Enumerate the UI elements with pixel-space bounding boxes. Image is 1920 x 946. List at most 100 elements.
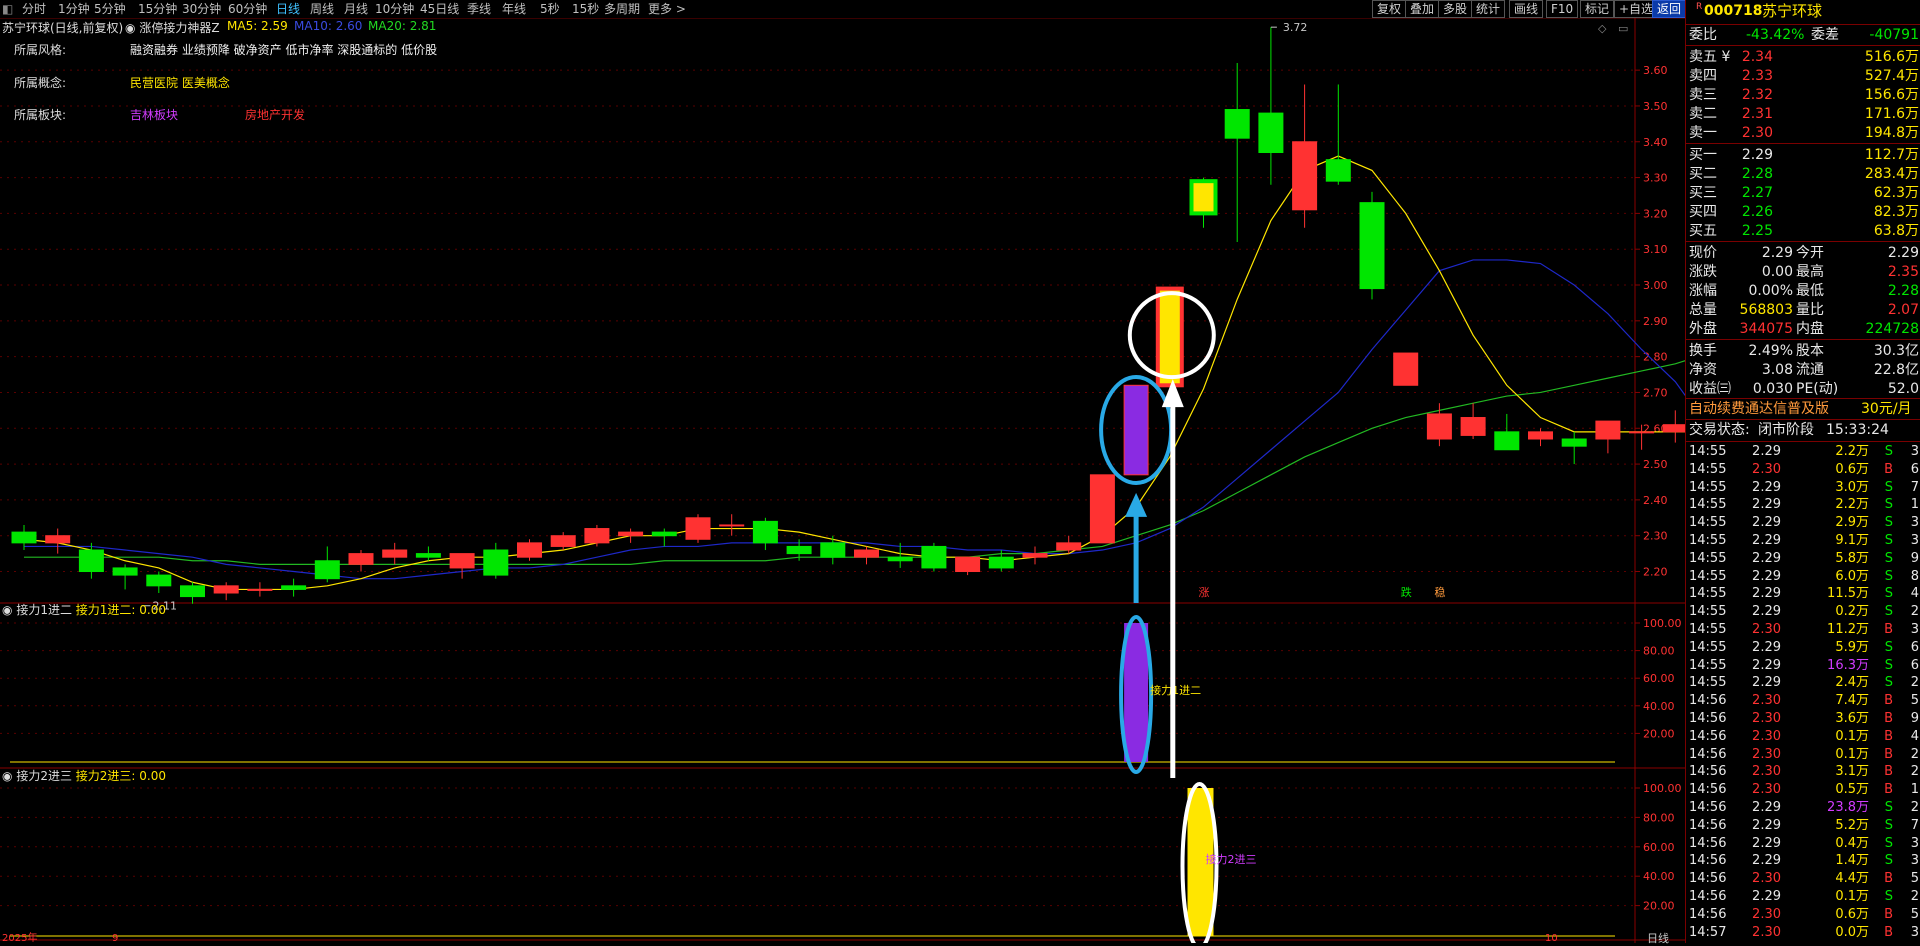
tick-row[interactable]: 14:55 2.29 2.2万 S 1 xyxy=(1686,496,1920,514)
buys-label: 买二 xyxy=(1689,166,1717,182)
period-tab-4[interactable]: 30分钟 xyxy=(182,1,221,17)
concept-value[interactable]: 民营医院 医美概念 xyxy=(130,74,230,91)
buys-row[interactable]: 买一 2.29 112.7万 xyxy=(1686,146,1920,165)
period-tab-13[interactable]: 5秒 xyxy=(540,1,560,17)
sells-row[interactable]: 卖四 2.33 527.4万 xyxy=(1686,67,1920,86)
chart-title: 苏宁环球(日线,前复权) xyxy=(2,21,124,35)
tick-row[interactable]: 14:56 2.29 0.1万 S 2 xyxy=(1686,888,1920,906)
tick-row[interactable]: 14:55 2.29 2.9万 S 3 xyxy=(1686,514,1920,532)
tick-row[interactable]: 14:56 2.29 5.2万 S 7 xyxy=(1686,817,1920,835)
ratio-value: -43.42% xyxy=(1746,27,1805,43)
style-value: 融资融券 业绩预降 破净资产 低市净率 深股通标的 低价股 xyxy=(130,43,438,57)
sells-price: 2.33 xyxy=(1741,68,1773,84)
sells-row[interactable]: 卖一 2.30 194.8万 xyxy=(1686,124,1920,143)
buys-row[interactable]: 买三 2.27 62.3万 xyxy=(1686,184,1920,203)
tick-row[interactable]: 14:56 2.30 0.1万 B 4 xyxy=(1686,728,1920,746)
toolbar-button-4[interactable]: 画线 xyxy=(1509,0,1544,18)
indicator-selector[interactable]: ◉ 涨停接力神器Z xyxy=(125,19,220,36)
tick-row[interactable]: 14:55 2.29 3.0万 S 7 xyxy=(1686,479,1920,497)
price-tick-label: 3.60 xyxy=(1643,64,1668,77)
ma10-label: MA10: 2.60 xyxy=(294,19,363,33)
period-tab-8[interactable]: 月线 xyxy=(344,1,368,17)
buys-label: 买三 xyxy=(1689,185,1717,201)
period-tab-0[interactable]: 分时 xyxy=(22,1,46,17)
menu-icon[interactable]: ◧ xyxy=(2,1,13,17)
tick-row[interactable]: 14:55 2.29 9.1万 S 3 xyxy=(1686,532,1920,550)
sells-row[interactable]: 卖三 2.32 156.6万 xyxy=(1686,86,1920,105)
period-tab-10[interactable]: 45日线 xyxy=(420,1,459,17)
candle xyxy=(1022,553,1048,558)
buys-row[interactable]: 买五 2.25 63.8万 xyxy=(1686,222,1920,241)
stock-header: R 000718 苏宁环球 xyxy=(1686,2,1920,22)
period-tab-16[interactable]: 更多 > xyxy=(648,1,686,17)
period-tab-7[interactable]: 周线 xyxy=(310,1,334,17)
buys-row[interactable]: 买二 2.28 283.4万 xyxy=(1686,165,1920,184)
candle xyxy=(1359,202,1385,290)
tick-row[interactable]: 14:56 2.30 0.5万 B 1 xyxy=(1686,781,1920,799)
period-tab-15[interactable]: 多周期 xyxy=(604,1,640,17)
buys-label: 买五 xyxy=(1689,223,1717,239)
tick-row[interactable]: 14:55 2.29 16.3万 S 6 xyxy=(1686,657,1920,675)
tick-row[interactable]: 14:57 2.30 0.0万 B 3 xyxy=(1686,924,1920,942)
tick-row[interactable]: 14:55 2.29 5.9万 S 6 xyxy=(1686,639,1920,657)
tick-row[interactable]: 14:55 2.29 5.8万 S 9 xyxy=(1686,550,1920,568)
period-tab-5[interactable]: 60分钟 xyxy=(228,1,267,17)
tick-row[interactable]: 14:56 2.30 3.1万 B 2 xyxy=(1686,763,1920,781)
tick-row[interactable]: 14:56 2.30 7.4万 B 5 xyxy=(1686,692,1920,710)
gear-icon[interactable]: ◉ xyxy=(2,603,12,617)
tick-row[interactable]: 14:55 2.29 0.2万 S 2 xyxy=(1686,603,1920,621)
promo-row[interactable]: 自动续费通达信普及版 30元/月 xyxy=(1686,400,1920,419)
gear-icon[interactable]: ◉ xyxy=(2,769,12,783)
chart-frame xyxy=(0,18,1635,943)
candle xyxy=(1089,474,1115,544)
tick-row[interactable]: 14:56 2.29 23.8万 S 2 xyxy=(1686,799,1920,817)
candle xyxy=(45,535,71,544)
tick-row[interactable]: 14:56 2.30 0.6万 B 5 xyxy=(1686,906,1920,924)
tick-row[interactable]: 14:56 2.29 1.4万 S 3 xyxy=(1686,852,1920,870)
period-tab-12[interactable]: 年线 xyxy=(502,1,526,17)
tick-row[interactable]: 14:55 2.29 2.4万 S 2 xyxy=(1686,674,1920,692)
toolbar-button-6[interactable]: 标记 xyxy=(1580,0,1615,18)
period-tab-2[interactable]: 5分钟 xyxy=(94,1,126,17)
period-tab-11[interactable]: 季线 xyxy=(467,1,491,17)
buys-row[interactable]: 买四 2.26 82.3万 xyxy=(1686,203,1920,222)
period-tab-6[interactable]: 日线 xyxy=(276,1,300,17)
tick-row[interactable]: 14:56 2.30 3.6万 B 9 xyxy=(1686,710,1920,728)
tick-row[interactable]: 14:56 2.29 0.4万 S 3 xyxy=(1686,835,1920,853)
sub1-tick-label: 100.00 xyxy=(1643,617,1682,630)
sector-value-2[interactable]: 房地产开发 xyxy=(245,106,305,123)
tick-row[interactable]: 14:55 2.29 2.2万 S 3 xyxy=(1686,443,1920,461)
toolbar-button-0[interactable]: 复权 xyxy=(1372,0,1407,18)
sub1-annotation: 接力1进二 xyxy=(1150,684,1201,697)
stat-row: 涨跌 0.00 最高 2.35 xyxy=(1689,264,1919,280)
period-tab-14[interactable]: 15秒 xyxy=(572,1,599,17)
sector-value-1[interactable]: 吉林板块 xyxy=(130,106,178,123)
kline-chart[interactable]: 3.60 3.50 3.40 3.30 3.20 3.10 3.00 2.90 2.80 2.70… xyxy=(0,18,1685,943)
candle xyxy=(1426,413,1452,440)
sells-label: 卖二 xyxy=(1689,106,1717,122)
period-tab-3[interactable]: 15分钟 xyxy=(138,1,177,17)
toolbar-button-1[interactable]: 叠加 xyxy=(1405,0,1440,18)
toolbar-button-5[interactable]: F10 xyxy=(1546,0,1579,18)
toolbar-button-8[interactable]: 返回 xyxy=(1652,0,1687,18)
toolbar-button-2[interactable]: 多股 xyxy=(1438,0,1473,18)
stock-name: 苏宁环球 xyxy=(1762,2,1823,20)
tick-row[interactable]: 14:55 2.29 11.5万 S 4 xyxy=(1686,585,1920,603)
tick-row[interactable]: 14:56 2.30 4.4万 B 5 xyxy=(1686,870,1920,888)
toolbar-button-3[interactable]: 统计 xyxy=(1471,0,1506,18)
tick-row[interactable]: 14:56 2.30 0.1万 B 2 xyxy=(1686,746,1920,764)
price-tick-label: 3.30 xyxy=(1643,172,1668,185)
candle xyxy=(719,524,745,527)
sells-row[interactable]: 卖二 2.31 171.6万 xyxy=(1686,105,1920,124)
period-tab-1[interactable]: 1分钟 xyxy=(58,1,90,17)
tick-row[interactable]: 14:55 2.30 0.6万 B 6 xyxy=(1686,461,1920,479)
candle xyxy=(1561,438,1587,447)
tick-row[interactable]: 14:55 2.29 6.0万 S 8 xyxy=(1686,568,1920,586)
tick-row[interactable]: 14:55 2.30 11.2万 B 3 xyxy=(1686,621,1920,639)
price-tick-label: 3.40 xyxy=(1643,136,1668,149)
date-label: 9 xyxy=(112,933,118,943)
candle xyxy=(112,567,138,576)
candle xyxy=(1528,431,1553,440)
period-tab-9[interactable]: 10分钟 xyxy=(375,1,414,17)
sells-row[interactable]: 卖五 ¥ 2.34 516.6万 xyxy=(1686,48,1920,67)
